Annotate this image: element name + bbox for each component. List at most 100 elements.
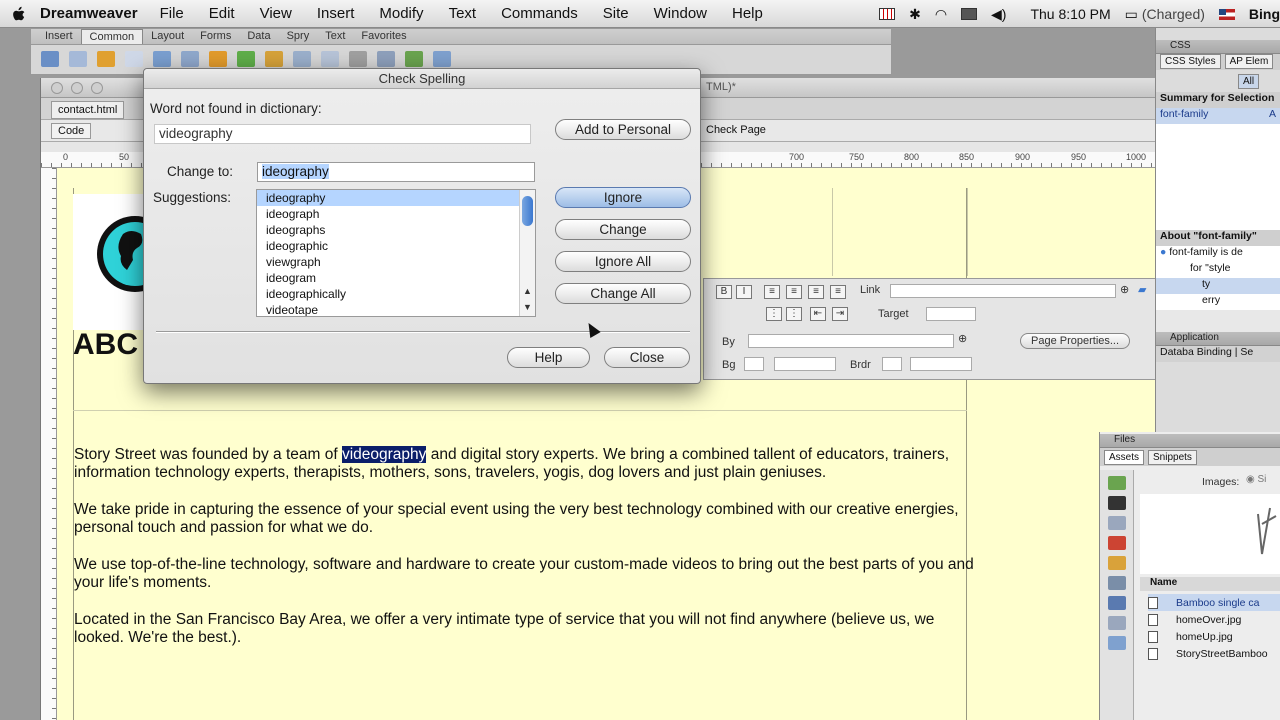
application-panel-header[interactable]: Application bbox=[1156, 332, 1280, 346]
file-tab[interactable]: contact.html bbox=[51, 101, 125, 119]
bg-color-swatch[interactable] bbox=[744, 357, 764, 371]
menu-modify[interactable]: Modify bbox=[379, 5, 423, 22]
point-to-file-icon[interactable]: ⊕ bbox=[1120, 283, 1129, 296]
app-name-menu[interactable]: Dreamweaver bbox=[40, 5, 138, 22]
ignore-button[interactable]: Ignore bbox=[555, 187, 691, 208]
browse-folder-icon[interactable]: ▰ bbox=[1138, 283, 1146, 296]
menu-text[interactable]: Text bbox=[449, 5, 477, 22]
tab-snippets[interactable]: Snippets bbox=[1148, 450, 1197, 465]
change-button[interactable]: Change bbox=[555, 219, 691, 240]
italic-button[interactable]: I bbox=[736, 285, 752, 299]
tag-chooser-icon[interactable] bbox=[433, 51, 451, 67]
tab-layout[interactable]: Layout bbox=[143, 29, 192, 44]
menu-edit[interactable]: Edit bbox=[209, 5, 235, 22]
bold-button[interactable]: B bbox=[716, 285, 732, 299]
volume-icon[interactable]: ◀) bbox=[991, 6, 1006, 23]
scroll-up-arrow-icon[interactable]: ▲ bbox=[523, 286, 532, 296]
bg-color-field[interactable] bbox=[774, 357, 836, 371]
misspelled-word-highlight[interactable]: videography bbox=[341, 446, 427, 463]
tab-ap-elements[interactable]: AP Elem bbox=[1224, 54, 1274, 69]
display-icon[interactable] bbox=[961, 8, 978, 20]
suggestion-item[interactable]: ideographic bbox=[257, 238, 535, 254]
apple-icon[interactable] bbox=[10, 5, 28, 23]
horizontal-rule-icon[interactable] bbox=[125, 51, 143, 67]
list-item[interactable]: StoryStreetBamboo bbox=[1148, 645, 1280, 662]
calendar-icon[interactable] bbox=[879, 8, 896, 20]
suggestion-item[interactable]: ideography bbox=[257, 190, 535, 206]
link-field[interactable] bbox=[890, 284, 1116, 298]
page-properties-button[interactable]: Page Properties... bbox=[1020, 333, 1131, 349]
suggestion-item[interactable]: ideographically bbox=[257, 286, 535, 302]
page-body-text[interactable]: Story Street was founded by a team of vi… bbox=[74, 446, 974, 666]
scroll-down-arrow-icon[interactable]: ▼ bbox=[523, 302, 532, 312]
target-select[interactable] bbox=[926, 307, 976, 321]
tab-assets[interactable]: Assets bbox=[1104, 450, 1145, 465]
rules-row[interactable]: for "style bbox=[1156, 262, 1280, 278]
div-icon[interactable] bbox=[181, 51, 199, 67]
email-link-icon[interactable] bbox=[69, 51, 87, 67]
list-item[interactable]: homeUp.jpg bbox=[1148, 628, 1280, 645]
tab-data[interactable]: Data bbox=[239, 29, 278, 44]
check-page-button[interactable]: Check Page bbox=[706, 124, 766, 136]
comment-icon[interactable] bbox=[321, 51, 339, 67]
site-radio[interactable]: ◉ Si bbox=[1246, 474, 1266, 485]
list-item[interactable]: Bamboo single ca bbox=[1148, 594, 1280, 611]
library-category-icon[interactable] bbox=[1108, 636, 1126, 650]
by-field[interactable] bbox=[748, 334, 954, 348]
date-icon[interactable] bbox=[265, 51, 283, 67]
indent-button[interactable]: ⇥ bbox=[832, 307, 848, 321]
menu-help[interactable]: Help bbox=[732, 5, 763, 22]
name-column-header[interactable]: Name bbox=[1140, 577, 1280, 591]
suggestion-item[interactable]: ideogram bbox=[257, 270, 535, 286]
suggestions-list[interactable]: ideography ideograph ideographs ideograp… bbox=[256, 189, 536, 317]
templates-icon[interactable] bbox=[405, 51, 423, 67]
tab-forms[interactable]: Forms bbox=[192, 29, 239, 44]
add-to-personal-button[interactable]: Add to Personal bbox=[555, 119, 691, 140]
align-center-button[interactable]: ≡ bbox=[786, 285, 802, 299]
suggestion-item[interactable]: viewgraph bbox=[257, 254, 535, 270]
tab-favorites[interactable]: Favorites bbox=[353, 29, 414, 44]
templates-category-icon[interactable] bbox=[1108, 616, 1126, 630]
close-button[interactable]: Close bbox=[604, 347, 690, 368]
unordered-list-button[interactable]: ⋮ bbox=[766, 307, 782, 321]
summary-row[interactable]: font-family A bbox=[1156, 108, 1280, 124]
tab-insert[interactable]: Insert bbox=[37, 29, 81, 44]
suggestion-item[interactable]: ideograph bbox=[257, 206, 535, 222]
window-close-light[interactable] bbox=[51, 82, 63, 94]
tab-css-styles[interactable]: CSS Styles bbox=[1160, 54, 1221, 69]
script-icon[interactable] bbox=[377, 51, 395, 67]
menu-window[interactable]: Window bbox=[654, 5, 707, 22]
server-side-include-icon[interactable] bbox=[293, 51, 311, 67]
tab-spry[interactable]: Spry bbox=[279, 29, 318, 44]
point-to-file-icon-2[interactable]: ⊕ bbox=[958, 332, 967, 345]
bluetooth-icon[interactable]: ✱ bbox=[909, 6, 921, 23]
css-panel-header[interactable]: CSS bbox=[1156, 40, 1280, 54]
images-category-icon[interactable] bbox=[1108, 476, 1126, 490]
flag-icon[interactable] bbox=[1218, 8, 1235, 20]
outdent-button[interactable]: ⇤ bbox=[810, 307, 826, 321]
justify-button[interactable]: ≡ bbox=[830, 285, 846, 299]
rules-sub-row[interactable]: ty bbox=[1156, 278, 1280, 294]
tab-text[interactable]: Text bbox=[317, 29, 353, 44]
movies-category-icon[interactable] bbox=[1108, 576, 1126, 590]
align-left-button[interactable]: ≡ bbox=[764, 285, 780, 299]
menu-file[interactable]: File bbox=[160, 5, 184, 22]
ordered-list-button[interactable]: ⋮ bbox=[786, 307, 802, 321]
brdr-color-swatch[interactable] bbox=[882, 357, 902, 371]
list-item[interactable]: homeOver.jpg bbox=[1148, 611, 1280, 628]
hyperlink-icon[interactable] bbox=[41, 51, 59, 67]
menu-site[interactable]: Site bbox=[603, 5, 629, 22]
scrollbar-thumb[interactable] bbox=[522, 196, 533, 226]
urls-category-icon[interactable] bbox=[1108, 516, 1126, 530]
battery-icon[interactable]: ▭ bbox=[1125, 6, 1138, 23]
window-zoom-light[interactable] bbox=[91, 82, 103, 94]
tab-common[interactable]: Common bbox=[80, 29, 144, 44]
clock[interactable]: Thu 8:10 PM bbox=[1030, 6, 1110, 22]
window-minimize-light[interactable] bbox=[71, 82, 83, 94]
table-icon[interactable] bbox=[153, 51, 171, 67]
help-button[interactable]: Help bbox=[507, 347, 590, 368]
application-tabs[interactable]: Databa Binding | Se bbox=[1156, 346, 1280, 362]
align-right-button[interactable]: ≡ bbox=[808, 285, 824, 299]
flash-category-icon[interactable] bbox=[1108, 536, 1126, 550]
change-to-field[interactable]: ideography bbox=[257, 162, 535, 182]
